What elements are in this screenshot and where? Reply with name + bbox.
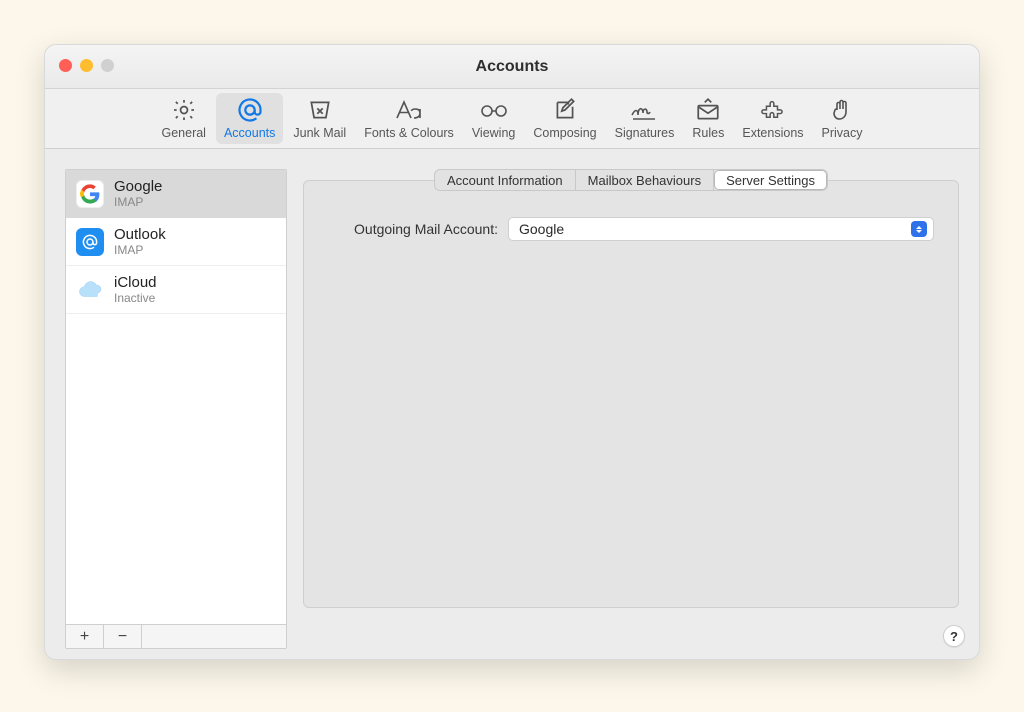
account-name: Outlook: [114, 226, 166, 243]
content-area: Google IMAP Outlook IMAP: [45, 149, 979, 659]
fonts-icon: [393, 97, 425, 123]
tab-general-label: General: [161, 126, 205, 140]
rules-envelope-icon: [695, 97, 721, 123]
detail-tabs: Account Information Mailbox Behaviours S…: [303, 169, 959, 191]
tab-viewing-label: Viewing: [472, 126, 516, 140]
outgoing-account-label: Outgoing Mail Account:: [328, 221, 498, 237]
tab-accounts[interactable]: Accounts: [216, 93, 283, 144]
select-stepper-icon: [911, 221, 927, 237]
google-icon: [76, 180, 104, 208]
sidebar-footer: + −: [66, 624, 286, 648]
account-subtitle: IMAP: [114, 195, 162, 209]
sidebar-spacer: [66, 314, 286, 624]
tab-rules-label: Rules: [692, 126, 724, 140]
cloud-icon: [76, 276, 104, 304]
gear-icon: [171, 97, 197, 123]
tab-mailbox-behaviours[interactable]: Mailbox Behaviours: [576, 170, 714, 190]
help-button[interactable]: ?: [943, 625, 965, 647]
segmented-control: Account Information Mailbox Behaviours S…: [434, 169, 828, 191]
preferences-window: Accounts General Accounts: [44, 44, 980, 660]
preferences-toolbar: General Accounts Junk Mail: [45, 89, 979, 149]
server-settings-panel: Outgoing Mail Account: Google: [303, 180, 959, 608]
tab-account-information[interactable]: Account Information: [435, 170, 576, 190]
accounts-sidebar: Google IMAP Outlook IMAP: [65, 169, 287, 649]
tab-composing[interactable]: Composing: [525, 93, 604, 144]
account-row-google[interactable]: Google IMAP: [66, 170, 286, 218]
outgoing-account-value: Google: [519, 221, 564, 237]
outlook-icon: [76, 228, 104, 256]
zoom-window-button[interactable]: [101, 59, 114, 72]
account-name: Google: [114, 178, 162, 195]
sidebar-footer-spacer: [142, 625, 286, 648]
signature-icon: [629, 97, 659, 123]
at-sign-icon: [236, 97, 264, 123]
junk-bin-icon: [307, 97, 333, 123]
add-account-button[interactable]: +: [66, 625, 104, 648]
tab-privacy-label: Privacy: [822, 126, 863, 140]
titlebar: Accounts: [45, 45, 979, 89]
window-controls: [59, 59, 114, 72]
tab-signatures-label: Signatures: [615, 126, 675, 140]
account-detail-pane: Account Information Mailbox Behaviours S…: [303, 169, 959, 649]
tab-fonts-label: Fonts & Colours: [364, 126, 454, 140]
close-window-button[interactable]: [59, 59, 72, 72]
outgoing-account-select[interactable]: Google: [508, 217, 934, 241]
outgoing-account-row: Outgoing Mail Account: Google: [328, 217, 934, 241]
account-subtitle: IMAP: [114, 243, 166, 257]
account-name: iCloud: [114, 274, 157, 291]
tab-general[interactable]: General: [153, 93, 213, 144]
tab-privacy[interactable]: Privacy: [814, 93, 871, 144]
remove-account-button[interactable]: −: [104, 625, 142, 648]
tab-extensions[interactable]: Extensions: [734, 93, 811, 144]
tab-rules[interactable]: Rules: [684, 93, 732, 144]
tab-junk-label: Junk Mail: [293, 126, 346, 140]
account-row-outlook[interactable]: Outlook IMAP: [66, 218, 286, 266]
account-subtitle: Inactive: [114, 291, 157, 305]
tab-extensions-label: Extensions: [742, 126, 803, 140]
tab-viewing[interactable]: Viewing: [464, 93, 524, 144]
tab-composing-label: Composing: [533, 126, 596, 140]
tab-junk-mail[interactable]: Junk Mail: [285, 93, 354, 144]
glasses-icon: [478, 97, 510, 123]
window-title: Accounts: [45, 58, 979, 76]
tab-fonts-colours[interactable]: Fonts & Colours: [356, 93, 462, 144]
minimize-window-button[interactable]: [80, 59, 93, 72]
account-row-icloud[interactable]: iCloud Inactive: [66, 266, 286, 314]
compose-icon: [552, 97, 578, 123]
tab-server-settings[interactable]: Server Settings: [714, 170, 827, 190]
tab-accounts-label: Accounts: [224, 126, 275, 140]
puzzle-icon: [760, 97, 786, 123]
tab-signatures[interactable]: Signatures: [607, 93, 683, 144]
hand-icon: [830, 97, 854, 123]
